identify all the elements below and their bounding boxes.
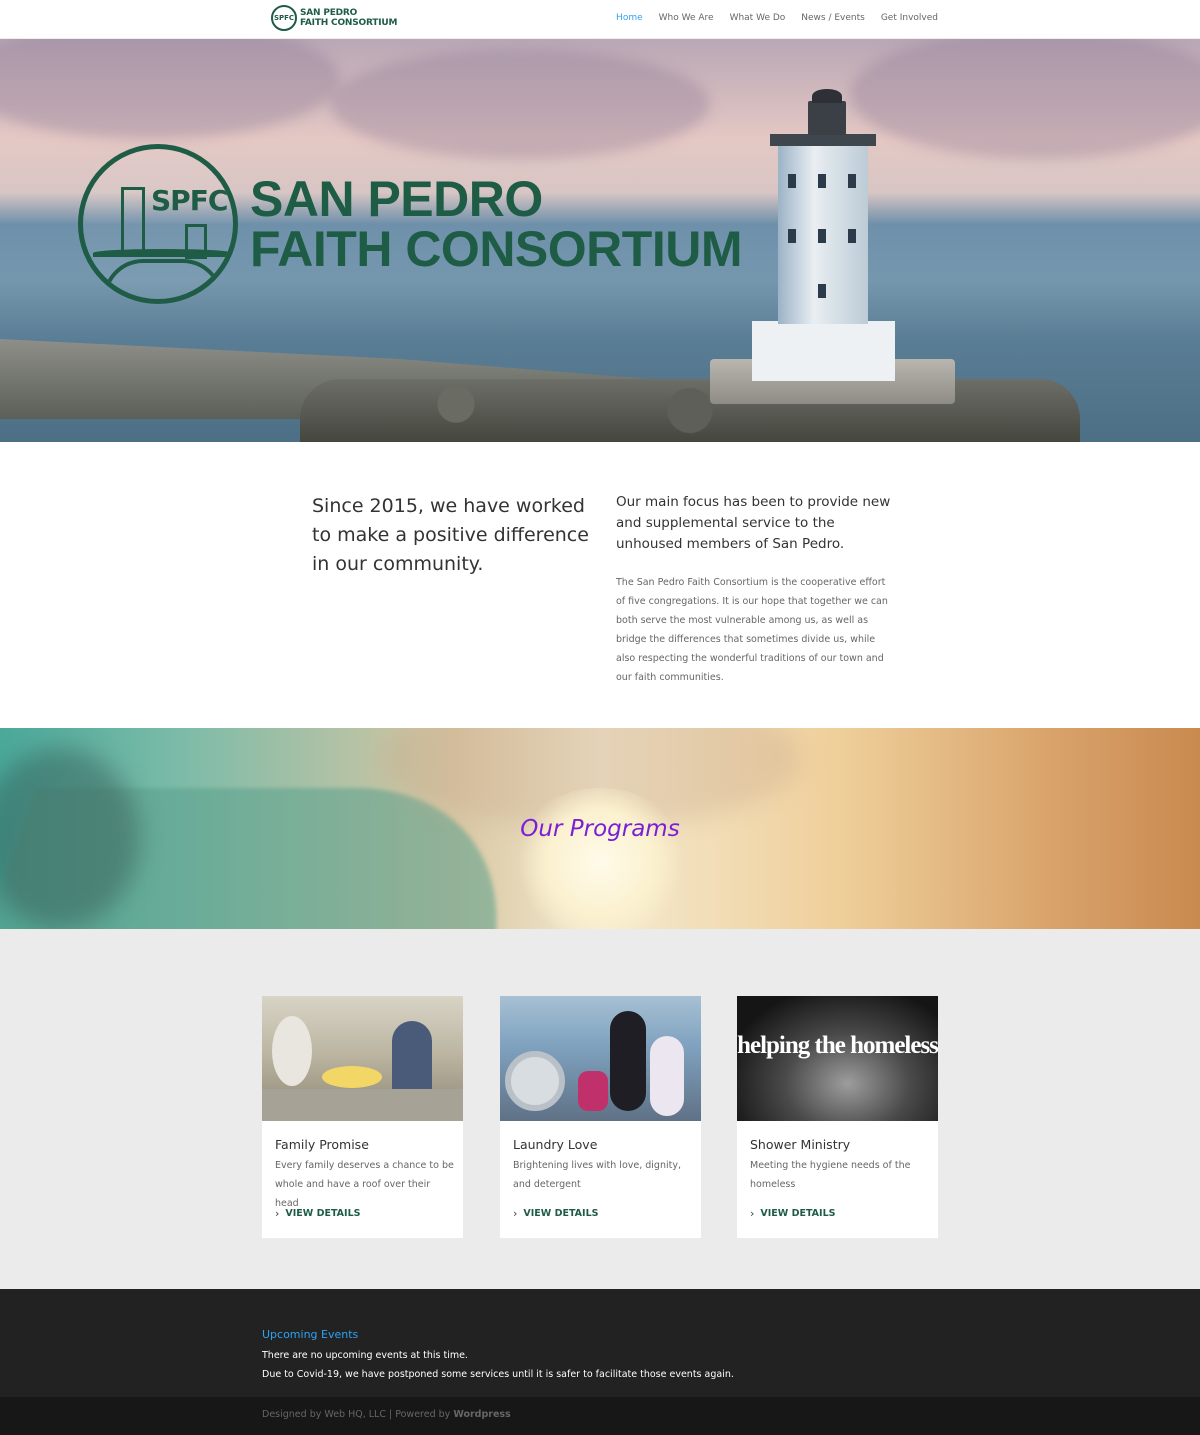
logo-line-1: SAN PEDRO — [300, 8, 358, 18]
view-details-label: VIEW DETAILS — [523, 1208, 599, 1219]
wordpress-link[interactable]: Wordpress — [453, 1409, 510, 1420]
cloud-shape — [850, 39, 1200, 159]
family-promise-image — [262, 996, 463, 1121]
lighthouse-cap — [812, 89, 842, 103]
sun-glow — [510, 788, 690, 929]
person-shape — [610, 1011, 646, 1111]
intro-subheading: Our main focus has been to provide new a… — [616, 494, 891, 552]
intro-section: Since 2015, we have worked to make a pos… — [0, 442, 1200, 728]
image-caption: helping the homeless — [737, 1032, 938, 1059]
view-details-link[interactable]: › VIEW DETAILS — [513, 1207, 598, 1220]
card-title: Laundry Love — [513, 1137, 598, 1152]
programs-title: Our Programs — [520, 816, 680, 842]
chevron-right-icon: › — [513, 1207, 518, 1220]
person-shape — [272, 1016, 312, 1086]
lighthouse-window — [788, 229, 796, 243]
lighthouse-tower — [778, 144, 868, 324]
food-shape — [322, 1066, 382, 1088]
view-details-link[interactable]: › VIEW DETAILS — [750, 1207, 835, 1220]
nav-what-we-do[interactable]: What We Do — [730, 13, 786, 23]
nav-home[interactable]: Home — [616, 13, 643, 23]
nav-get-involved[interactable]: Get Involved — [881, 13, 938, 23]
programs-cards: Family Promise Every family deserves a c… — [0, 929, 1200, 1289]
card-title: Family Promise — [275, 1137, 369, 1152]
logo-text: SAN PEDRO FAITH CONSORTIUM — [300, 8, 397, 28]
chevron-right-icon: › — [275, 1207, 280, 1220]
logo-seal-icon: SPFC — [271, 5, 297, 31]
bridge-arc-shape — [103, 259, 223, 299]
cloud-shape — [0, 39, 340, 139]
no-events-text: There are no upcoming events at this tim… — [262, 1350, 468, 1361]
upcoming-events-title: Upcoming Events — [262, 1328, 359, 1341]
main-nav: Home Who We Are What We Do News / Events… — [616, 13, 938, 23]
intro-heading: Since 2015, we have worked to make a pos… — [312, 495, 589, 575]
lighthouse-lantern — [808, 101, 846, 135]
lighthouse-lower — [752, 321, 895, 381]
lighthouse-window — [818, 284, 826, 298]
breakwater-rocks — [300, 379, 1080, 442]
program-card-shower-ministry[interactable]: helping the homeless Shower Ministry Mee… — [737, 996, 938, 1238]
credits-prefix: Designed by Web HQ, LLC | Powered by — [262, 1409, 454, 1420]
hero-title: SAN PEDRO FAITH CONSORTIUM — [250, 174, 742, 274]
lighthouse-window — [818, 174, 826, 188]
hero-logo: SPFC SAN PEDRO FAITH CONSORTIUM — [78, 144, 742, 304]
counter-shape — [262, 1089, 463, 1121]
hero-title-line-2: FAITH CONSORTIUM — [250, 221, 742, 277]
laundry-love-image — [500, 996, 701, 1121]
site-logo[interactable]: SPFC SAN PEDRO FAITH CONSORTIUM — [271, 5, 397, 31]
card-title: Shower Ministry — [750, 1137, 851, 1152]
card-description: Every family deserves a chance to be who… — [275, 1160, 454, 1209]
lighthouse-window — [788, 174, 796, 188]
lighthouse-window — [818, 229, 826, 243]
credits-bar: Designed by Web HQ, LLC | Powered by Wor… — [0, 1397, 1200, 1435]
program-card-laundry-love[interactable]: Laundry Love Brightening lives with love… — [500, 996, 701, 1238]
shower-ministry-image: helping the homeless — [737, 996, 938, 1121]
lighthouse-window — [848, 174, 856, 188]
intro-body: The San Pedro Faith Consortium is the co… — [616, 577, 888, 683]
programs-banner: Our Programs — [0, 728, 1200, 929]
card-description: Brightening lives with love, dignity, an… — [513, 1160, 681, 1190]
card-description: Meeting the hygiene needs of the homeles… — [750, 1160, 911, 1190]
bridge-deck-shape — [93, 249, 233, 257]
hero-title-line-1: SAN PEDRO — [250, 171, 543, 227]
view-details-link[interactable]: › VIEW DETAILS — [275, 1207, 360, 1220]
logo-mark-text: SPFC — [273, 14, 295, 22]
laundry-shape — [578, 1071, 608, 1111]
covid-notice-text: Due to Covid-19, we have postponed some … — [262, 1369, 734, 1380]
bridge-seal-icon: SPFC — [78, 144, 238, 304]
lighthouse-gallery — [770, 134, 876, 146]
cloud-shape — [330, 49, 710, 159]
washer-shape — [505, 1051, 565, 1111]
bridge-tower-shape — [121, 187, 145, 257]
nav-news-events[interactable]: News / Events — [801, 13, 865, 23]
nav-who-we-are[interactable]: Who We Are — [659, 13, 714, 23]
view-details-label: VIEW DETAILS — [760, 1208, 836, 1219]
hero-banner: SPFC SAN PEDRO FAITH CONSORTIUM — [0, 39, 1200, 442]
chevron-right-icon: › — [750, 1207, 755, 1220]
person-shape — [650, 1036, 684, 1116]
view-details-label: VIEW DETAILS — [285, 1208, 361, 1219]
lighthouse-window — [848, 229, 856, 243]
credits-text: Designed by Web HQ, LLC | Powered by Wor… — [262, 1409, 511, 1420]
logo-line-2: FAITH CONSORTIUM — [300, 18, 398, 28]
program-card-family-promise[interactable]: Family Promise Every family deserves a c… — [262, 996, 463, 1238]
seal-text: SPFC — [151, 184, 228, 217]
site-header: SPFC SAN PEDRO FAITH CONSORTIUM Home Who… — [0, 0, 1200, 39]
site-footer: Upcoming Events There are no upcoming ev… — [0, 1289, 1200, 1397]
